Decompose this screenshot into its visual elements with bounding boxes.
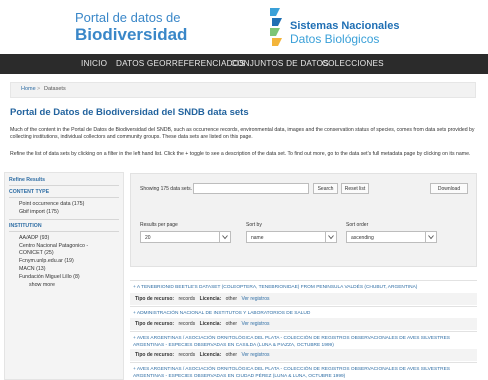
filter-institution[interactable]: AA/ADP (93)	[19, 235, 49, 241]
logo-right-line1: Sistemas Nacionales	[290, 20, 400, 32]
site-header: Portal de datos de Biodiversidad Sistema…	[0, 0, 488, 54]
refine-sidebar: Refine Results CONTENT TYPE Point occurr…	[4, 172, 124, 380]
sndb-logo[interactable]: Sistemas Nacionales Datos Biológicos	[268, 6, 438, 50]
licencia-label: Licencia:	[199, 352, 222, 358]
logo-line2: Biodiversidad	[75, 25, 188, 44]
content-type-heading: CONTENT TYPE	[9, 189, 50, 195]
download-button[interactable]: Download	[430, 183, 468, 194]
ver-registros-link[interactable]: Ver registros	[241, 296, 269, 302]
dataset-title-link[interactable]: + AVES ARGENTINAS / ASOCIACIÓN ORNITOLÓG…	[130, 331, 477, 349]
sndb-logo-icon	[270, 8, 282, 46]
breadcrumb: Home > Datasets	[10, 82, 476, 98]
divider	[9, 219, 119, 220]
results-per-page-select[interactable]: 20	[140, 231, 231, 243]
dataset-filter-panel: Showing 175 data sets. Search Reset list…	[130, 173, 477, 267]
licencia-value: other	[225, 321, 238, 327]
tipo-label: Tipo de recurso:	[135, 296, 175, 302]
filter-institution[interactable]: Centro Nacional Patagonico -	[19, 243, 88, 249]
nav-colecciones[interactable]: COLECCIONES	[322, 59, 384, 68]
breadcrumb-current: Datasets	[44, 86, 66, 92]
nav-datos-georreferenciados[interactable]: DATOS GEORREFERENCIADOS	[116, 59, 245, 68]
breadcrumb-home[interactable]: Home	[21, 86, 36, 92]
institution-heading: INSTITUTION	[9, 223, 42, 229]
nav-inicio[interactable]: INICIO	[81, 59, 107, 68]
results-per-page-value: 20	[145, 235, 151, 241]
dataset-meta: Tipo de recurso: records Licencia: other…	[130, 318, 477, 330]
licencia-value: other	[225, 296, 238, 302]
sort-by-label: Sort by	[246, 222, 262, 228]
sort-order-select[interactable]: ascending	[346, 231, 437, 243]
tipo-label: Tipo de recurso:	[135, 321, 175, 327]
showing-count: Showing 175 data sets.	[140, 186, 192, 192]
chevron-down-icon	[425, 232, 436, 242]
licencia-label: Licencia:	[199, 296, 222, 302]
sort-order-label: Sort order	[346, 222, 369, 228]
reset-list-button[interactable]: Reset list	[341, 183, 369, 194]
refine-title: Refine Results	[9, 177, 46, 183]
filter-institution[interactable]: CONICET (25)	[19, 250, 54, 256]
nav-conjuntos-de-datos[interactable]: CONJUNTOS DE DATOS	[231, 59, 329, 68]
filter-content-type[interactable]: Gbif import (175)	[19, 209, 59, 215]
divider	[9, 185, 119, 186]
tipo-value: records	[178, 296, 196, 302]
dataset-title-link[interactable]: + AVES ARGENTINAS / ASOCIACIÓN ORNITOLÓG…	[130, 362, 477, 380]
dataset-title-link[interactable]: + ADMINISTRACIÓN NACIONAL DE INSTITUTOS …	[130, 306, 477, 317]
main-nav: INICIO DATOS GEORREFERENCIADOS CONJUNTOS…	[0, 54, 488, 74]
search-input[interactable]	[193, 183, 309, 194]
filter-institution[interactable]: Fundación Miguel Lillo (8)	[19, 274, 80, 280]
tipo-value: records	[178, 321, 196, 327]
portal-logo[interactable]: Portal de datos de Biodiversidad	[75, 10, 187, 45]
results-per-page-label: Results per page	[140, 222, 178, 228]
sort-by-select[interactable]: name	[246, 231, 337, 243]
licencia-label: Licencia:	[199, 321, 222, 327]
intro-text: Much of the content in the Portal de Dat…	[10, 127, 475, 141]
tipo-value: records	[178, 352, 196, 358]
dataset-meta: Tipo de recurso: records Licencia: other…	[130, 293, 477, 305]
search-button[interactable]: Search	[313, 183, 338, 194]
show-more-link[interactable]: show more	[29, 282, 55, 288]
ver-registros-link[interactable]: Ver registros	[241, 321, 269, 327]
sort-by-value: name	[251, 235, 264, 241]
breadcrumb-separator: >	[37, 86, 41, 92]
chevron-down-icon	[219, 232, 230, 242]
ver-registros-link[interactable]: Ver registros	[241, 352, 269, 358]
page-title: Portal de Datos de Biodiversidad del SND…	[10, 107, 249, 118]
dataset-meta: Tipo de recurso: records Licencia: other…	[130, 349, 477, 361]
sort-order-value: ascending	[351, 235, 374, 241]
instructions-text: Refine the list of data sets by clicking…	[10, 151, 471, 157]
filter-content-type[interactable]: Point occurrence data (175)	[19, 201, 84, 207]
logo-right-line2: Datos Biológicos	[290, 32, 380, 46]
chevron-down-icon	[325, 232, 336, 242]
divider	[9, 197, 119, 198]
logo-line1: Portal de datos de	[75, 10, 181, 25]
divider	[9, 231, 119, 232]
tipo-label: Tipo de recurso:	[135, 352, 175, 358]
filter-institution[interactable]: Fcnym.unlp.edu.ar (19)	[19, 258, 74, 264]
licencia-value: other	[225, 352, 238, 358]
filter-institution[interactable]: MACN (13)	[19, 266, 46, 272]
dataset-title-link[interactable]: + A TENEBRIONID BEETLE'S DATASET (COLEOP…	[130, 280, 477, 291]
